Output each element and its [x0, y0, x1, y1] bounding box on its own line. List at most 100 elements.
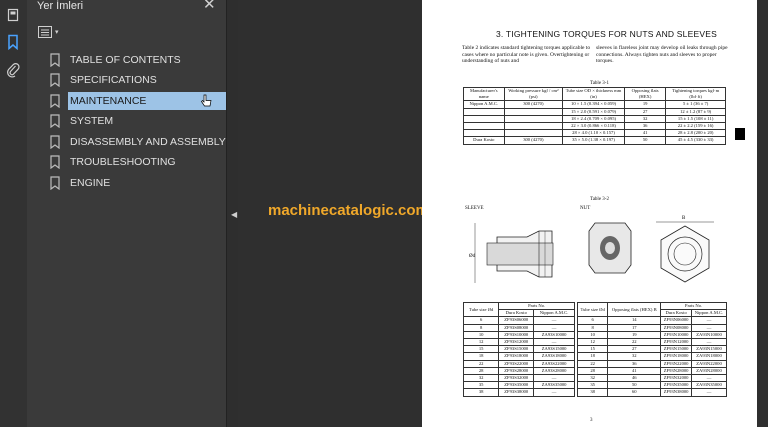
bookmark-item-engine[interactable]: ENGINE [49, 174, 112, 192]
bookmarks-panel: Yer İmleri ✕ ▾ TABLE OF CONTENTS SPECIFI… [27, 0, 226, 427]
navigation-toolbar [0, 0, 28, 427]
bookmark-item-specifications[interactable]: SPECIFICATIONS [49, 71, 159, 89]
sleeve-cell: ZA93S35000 [533, 381, 575, 390]
table-row: 28 ZF93S28000 ZA93S28000 [462, 366, 575, 376]
black-marker [735, 128, 745, 140]
sleeve-cell: — [533, 374, 575, 383]
table-row: 6 14 ZF93N06000— [576, 316, 728, 325]
close-icon[interactable]: ✕ [203, 0, 216, 13]
table1-cell: 22 ± 2.2 (159 ± 16) [665, 122, 726, 131]
nut-cell: 6 [576, 316, 609, 325]
sleeve-cell: ZF93S32000 [498, 374, 535, 383]
table-row: 22 × 3.0 (0.866 × 0.118) 36 22 ± 2.2 (159 … [463, 122, 726, 131]
table-row: Nippon A.M.C. 300 (4270) 10 × 1.5 (0.394 ×… [463, 100, 726, 109]
sleeve-cell: 35 [462, 381, 500, 390]
nut-cell: ZF93N32000 [660, 374, 692, 383]
table1-cell: 28 ± 2.8 (200 ± 20) [665, 129, 726, 138]
sleeve-cell: 10 [462, 330, 500, 340]
table-row: 32 ZF93S32000— [462, 374, 575, 383]
table1-cell: 50 [623, 136, 667, 145]
attachment-icon[interactable] [5, 62, 21, 78]
torque-table: Manufacturer's name Working pressure kgf … [463, 86, 726, 145]
table1-cell [463, 122, 505, 131]
nut-front-drawing: B [656, 216, 714, 283]
nut-cell: ZF93N15000 [660, 345, 692, 354]
sleeve-cell: ZA93S28000 [533, 366, 575, 376]
chevron-down-icon: ▾ [55, 29, 59, 36]
sleeve-header-cell: Tube size Ød [462, 301, 500, 318]
bookmark-item-disassembly-and-assembly[interactable]: DISASSEMBLY AND ASSEMBLY [49, 133, 228, 151]
nut-cell: 36 [607, 359, 662, 368]
table1-cell: 5 ± 1 (36 ± 7) [665, 100, 726, 109]
bookmark-icon [50, 114, 60, 128]
sleeve-cell: ZA93S22000 [533, 359, 575, 368]
table-row: 18 ZF93S18000 ZA93S18000 [462, 352, 575, 361]
nut-cell: 8 [576, 323, 609, 332]
table1-cell: 35 × 5.0 (1.38 × 0.197) [562, 136, 625, 145]
table1-header-cell: Tube size OD × thickness mm (in) [562, 86, 625, 102]
sleeve-cell: 12 [462, 338, 500, 347]
sleeve-cell: ZF93S18000 [498, 352, 535, 361]
table1-cell: Dura Kosto [463, 136, 505, 145]
sleeve-label: SLEEVE [465, 206, 484, 211]
nut-label: NUT [580, 206, 591, 211]
bookmark-icon[interactable] [5, 34, 21, 50]
nut-cell: 12 [576, 338, 609, 347]
table-row: Dura Kosto 300 (4270) 35 × 5.0 (1.38 × 0.1… [463, 136, 726, 145]
nut-b-label: B [682, 216, 686, 221]
nut-cell: 17 [607, 323, 662, 332]
table1-cell: 32 [623, 114, 667, 124]
nut-cell: — [690, 323, 728, 332]
sleeve-cell: 8 [462, 323, 500, 332]
table1-cell: 15 × 2.0 (0.591 × 0.079) [562, 107, 625, 116]
nut-cell: — [690, 316, 728, 325]
bookmark-item-system[interactable]: SYSTEM [49, 112, 115, 130]
table1-cell [463, 107, 505, 116]
nut-cell: ZF93N06000 [660, 316, 692, 325]
table1-cell: 12 ± 1.2 (87 ± 9) [665, 107, 726, 116]
nut-cell: ZF93N10000 [660, 330, 692, 340]
sleeve-cell: ZA93S15000 [533, 345, 575, 354]
bookmark-label: TABLE OF CONTENTS [70, 54, 181, 66]
table1-header-cell: Tightening torques kgf·m (lbf·ft) [665, 86, 726, 102]
bookmark-icon [50, 135, 60, 149]
sleeve-cell: 6 [462, 316, 500, 325]
bookmark-icon [50, 155, 60, 169]
nut-header-cell: Opposing flats (HEX) B [607, 301, 662, 318]
nut-cell: 32 [576, 374, 609, 383]
table-row: 6 ZF93S06000— [462, 316, 575, 325]
table-row: 32 46 ZF93N32000— [576, 374, 728, 383]
nut-header-cell: Tube size Ød [576, 301, 609, 318]
table1-cell: 36 [623, 122, 667, 131]
table-row: 15 27 ZF93N15000 ZA93N15000 [576, 345, 728, 354]
table1-cell: 45 ± 4.5 (330 ± 33) [665, 136, 726, 145]
bookmark-options-button[interactable]: ▾ [38, 25, 64, 39]
bookmark-icon [50, 73, 60, 87]
bookmark-label: SPECIFICATIONS [70, 74, 157, 86]
sleeve-cell: — [533, 388, 575, 397]
nut-cell: ZF93N38000 [660, 388, 692, 397]
nut-cell: 50 [607, 381, 662, 390]
nut-cell: ZF93N35000 [660, 381, 692, 390]
table-row: 18 × 2.4 (0.709 × 0.095) 32 15 ± 1.5 (108 … [463, 114, 726, 124]
sleeve-cell: ZF93S06000 [498, 316, 535, 325]
table1-cell: 300 (4270) [503, 100, 564, 109]
table1-header-cell: Opposing flats (HEX) [623, 86, 667, 102]
table1-cell: Nippon A.M.C. [463, 100, 505, 109]
page-thumbnails-icon[interactable] [5, 7, 21, 23]
sleeve-cell: 15 [462, 345, 500, 354]
table1-cell: 10 × 1.5 (0.394 × 0.059) [562, 100, 625, 109]
collapse-panel-icon[interactable]: ◀ [231, 210, 237, 219]
table1-cell [463, 114, 505, 124]
bookmark-item-table-of-contents[interactable]: TABLE OF CONTENTS [49, 51, 183, 69]
bookmark-item-troubleshooting[interactable]: TROUBLESHOOTING [49, 153, 178, 171]
sleeve-cell: ZF93S38000 [498, 388, 535, 397]
bookmark-icon [50, 94, 60, 108]
nut-cell: ZA93N18000 [690, 352, 728, 361]
table1-cell [503, 107, 564, 116]
nut-group-header: Parts No. [660, 301, 727, 311]
sleeve-cell: ZF93S22000 [498, 359, 535, 368]
table-row: 8 ZF93S08000— [462, 323, 575, 332]
table-row: 28 41 ZF93N28000 ZA93N28000 [576, 366, 728, 376]
bookmark-icon [50, 53, 60, 67]
